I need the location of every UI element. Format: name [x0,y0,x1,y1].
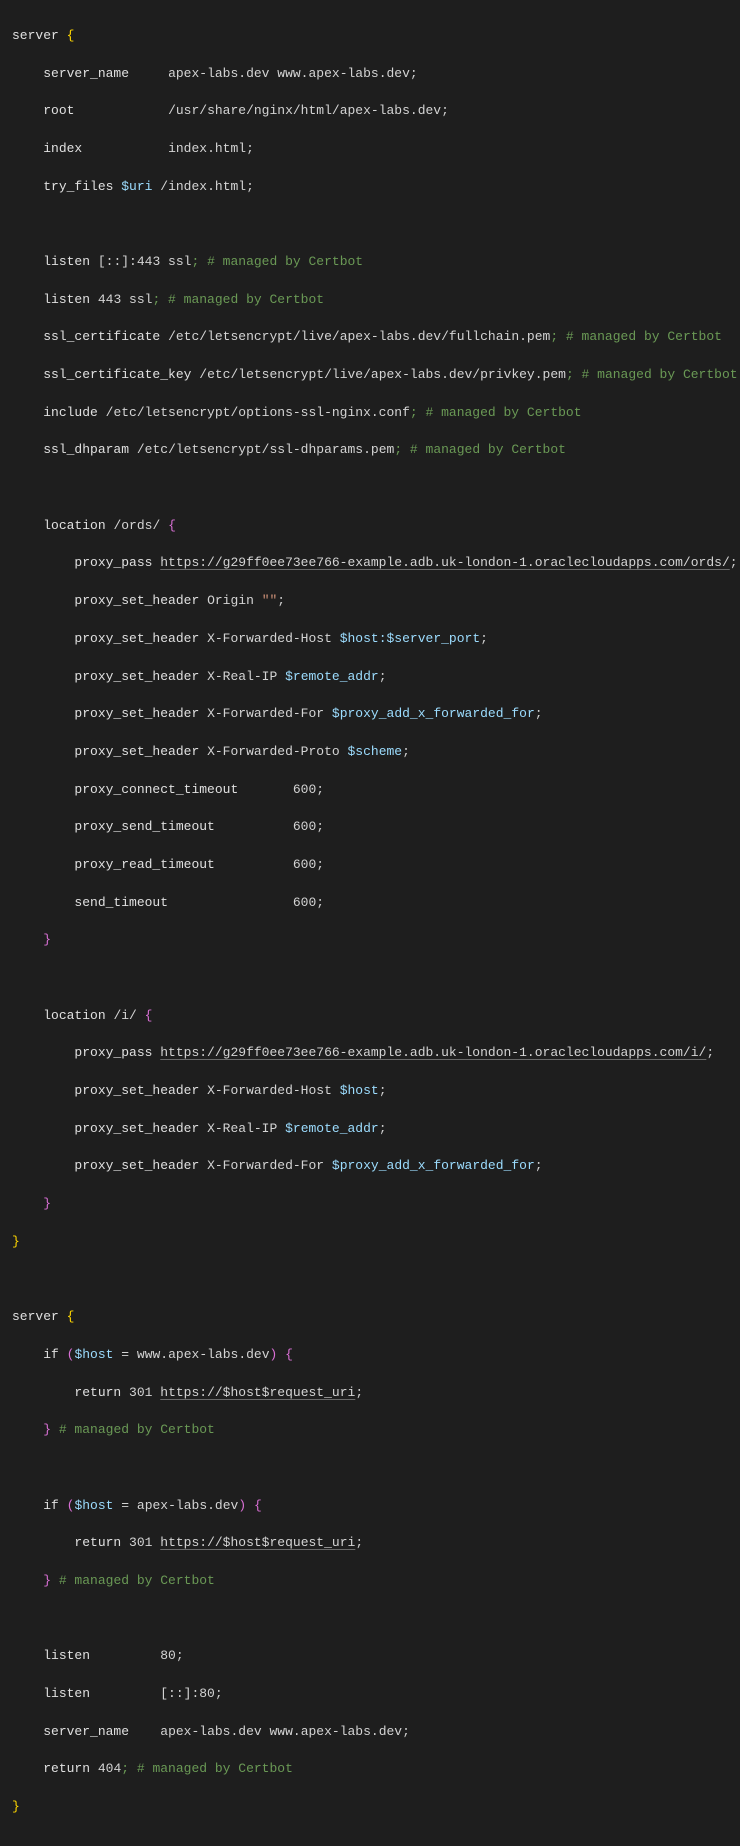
code-line: listen [::]:80; [12,1685,728,1704]
code-line: server { [12,1308,728,1327]
code-line: proxy_pass https://g29ff0ee73ee766-examp… [12,1044,728,1063]
code-line: } [12,1195,728,1214]
code-line: ssl_certificate /etc/letsencrypt/live/ap… [12,328,728,347]
code-line: } [12,1233,728,1252]
code-line: proxy_read_timeout 600; [12,856,728,875]
code-line: server_name apex-labs.dev www.apex-labs.… [12,1723,728,1742]
code-line: } [12,1798,728,1817]
code-line: proxy_connect_timeout 600; [12,781,728,800]
code-line: proxy_set_header X-Real-IP $remote_addr; [12,1120,728,1139]
code-line [12,479,728,498]
code-line: location /ords/ { [12,517,728,536]
code-line [12,1271,728,1290]
code-line: proxy_pass https://g29ff0ee73ee766-examp… [12,554,728,573]
code-line [12,1610,728,1629]
code-line: listen 443 ssl; # managed by Certbot [12,291,728,310]
code-line: } [12,931,728,950]
code-line: return 301 https://$host$request_uri; [12,1534,728,1553]
code-line: proxy_send_timeout 600; [12,818,728,837]
code-line: proxy_set_header X-Forwarded-Proto $sche… [12,743,728,762]
code-line: location /i/ { [12,1007,728,1026]
code-line: proxy_set_header X-Forwarded-For $proxy_… [12,705,728,724]
code-line: return 301 https://$host$request_uri; [12,1384,728,1403]
code-line: proxy_set_header X-Forwarded-Host $host; [12,1082,728,1101]
code-line: if ($host = apex-labs.dev) { [12,1497,728,1516]
code-line: include /etc/letsencrypt/options-ssl-ngi… [12,404,728,423]
code-line: listen [::]:443 ssl; # managed by Certbo… [12,253,728,272]
code-line: ssl_certificate_key /etc/letsencrypt/liv… [12,366,728,385]
code-line: server { [12,27,728,46]
code-editor: server { server_name apex-labs.dev www.a… [0,0,740,1846]
code-line: send_timeout 600; [12,894,728,913]
code-line [12,1459,728,1478]
code-line: return 404; # managed by Certbot [12,1760,728,1779]
code-line: try_files $uri /index.html; [12,178,728,197]
code-line [12,215,728,234]
code-line: index index.html; [12,140,728,159]
code-line: } # managed by Certbot [12,1421,728,1440]
code-line: proxy_set_header X-Real-IP $remote_addr; [12,668,728,687]
code-line: root /usr/share/nginx/html/apex-labs.dev… [12,102,728,121]
code-line: ssl_dhparam /etc/letsencrypt/ssl-dhparam… [12,441,728,460]
code-line: } # managed by Certbot [12,1572,728,1591]
code-line: proxy_set_header X-Forwarded-For $proxy_… [12,1157,728,1176]
code-line: listen 80; [12,1647,728,1666]
code-line: proxy_set_header Origin ""; [12,592,728,611]
code-line [12,969,728,988]
code-line: if ($host = www.apex-labs.dev) { [12,1346,728,1365]
code-line: proxy_set_header X-Forwarded-Host $host:… [12,630,728,649]
code-line: server_name apex-labs.dev www.apex-labs.… [12,65,728,84]
